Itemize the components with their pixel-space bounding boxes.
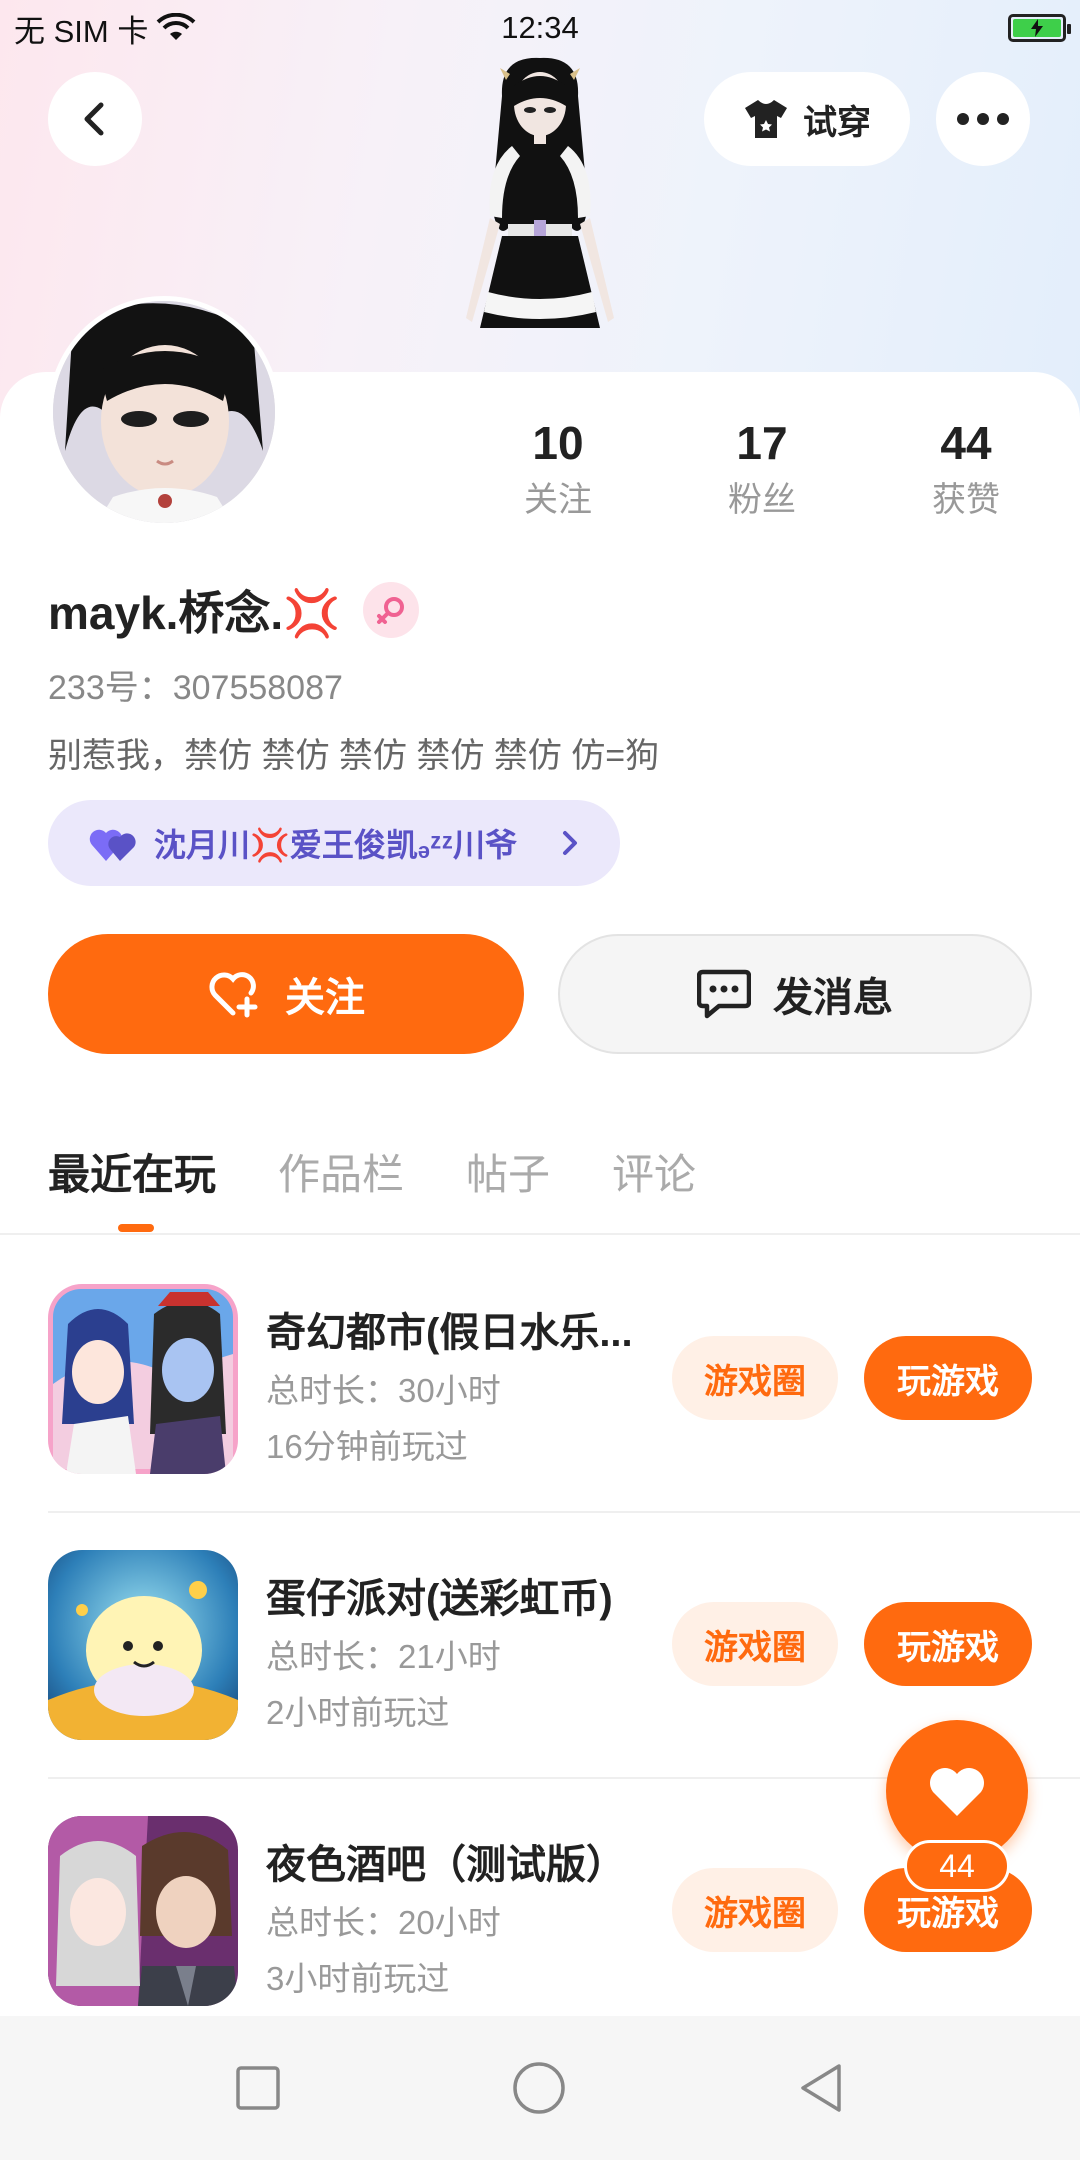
followers-count: 17 xyxy=(736,417,788,469)
tab-posts[interactable]: 帖子 xyxy=(466,1141,550,1202)
game-last-played: 16分钟前玩过 xyxy=(266,1428,468,1465)
game-name: 蛋仔派对(送彩虹币) xyxy=(266,1577,613,1621)
avatar-image xyxy=(53,301,275,523)
game-duration: 总时长：30小时 xyxy=(266,1372,501,1409)
game-list-item[interactable]: 蛋仔派对(送彩虹币) 总时长：21小时 2小时前玩过 游戏圈 玩游戏 xyxy=(48,1550,1032,1740)
game-icon-eggy-party[interactable] xyxy=(48,1550,238,1740)
user-bio: 别惹我，禁仿 禁仿 禁仿 禁仿 禁仿 仿=狗 xyxy=(48,737,660,775)
heart-icon xyxy=(930,1768,984,1816)
status-bar: 无 SIM 卡 12:34 xyxy=(0,0,1080,56)
tryon-button[interactable]: 试穿 xyxy=(704,72,910,166)
followers-stat[interactable]: 17 粉丝 xyxy=(682,412,842,526)
followers-label: 粉丝 xyxy=(728,481,796,519)
tabs-divider xyxy=(0,1233,1080,1235)
message-button[interactable]: 发消息 xyxy=(558,934,1032,1054)
chevron-left-icon xyxy=(84,102,104,136)
back-button[interactable] xyxy=(48,72,142,166)
game-circle-button[interactable]: 游戏圈 xyxy=(672,1336,838,1420)
likes-label: 获赞 xyxy=(932,481,1000,519)
game-duration: 总时长：20小时 xyxy=(266,1904,501,1941)
play-game-button[interactable]: 玩游戏 xyxy=(864,1336,1032,1420)
game-last-played: 2小时前玩过 xyxy=(266,1694,450,1731)
wifi-icon xyxy=(156,13,196,40)
likes-count: 44 xyxy=(940,417,992,469)
game-icon-fantasy-city[interactable] xyxy=(48,1284,238,1474)
game-icon-night-bar[interactable] xyxy=(48,1816,238,2006)
game-duration: 总时长：21小时 xyxy=(266,1638,501,1675)
tab-works[interactable]: 作品栏 xyxy=(278,1141,404,1202)
battery-icon xyxy=(1008,14,1071,42)
like-count-badge: 44 xyxy=(904,1840,1010,1892)
game-name: 夜色酒吧（测试版） xyxy=(266,1843,626,1887)
name-row: mayk.桥念.💢 xyxy=(48,578,419,642)
following-count: 10 xyxy=(532,417,584,469)
female-gender-icon xyxy=(362,582,419,638)
following-stat[interactable]: 10 关注 xyxy=(478,412,638,526)
game-last-played: 3小时前玩过 xyxy=(266,1960,450,1997)
game-circle-button[interactable]: 游戏圈 xyxy=(672,1602,838,1686)
home-icon[interactable] xyxy=(511,2060,567,2116)
game-list-item[interactable]: 夜色酒吧（测试版） 总时长：20小时 3小时前玩过 游戏圈 玩游戏 xyxy=(48,1816,1032,2006)
double-heart-icon xyxy=(89,829,136,861)
heart-plus-icon xyxy=(209,972,258,1018)
follow-label: 关注 xyxy=(285,976,365,1020)
more-dots-icon xyxy=(957,113,1009,125)
likes-stat[interactable]: 44 获赞 xyxy=(886,412,1046,526)
user-id: 233号：307558087 xyxy=(48,669,343,707)
list-divider xyxy=(48,1511,1080,1513)
profile-tabs: 最近在玩 作品栏 帖子 评论 xyxy=(48,1136,696,1206)
game-name: 奇幻都市(假日水乐... xyxy=(266,1311,633,1355)
message-label: 发消息 xyxy=(773,976,893,1020)
play-game-button[interactable]: 玩游戏 xyxy=(864,1602,1032,1686)
tab-comments[interactable]: 评论 xyxy=(612,1141,696,1202)
cp-text: 沈月川💢爱王俊凯ₔᶻᶻ川爷 xyxy=(154,827,518,863)
chevron-right-icon xyxy=(563,831,577,855)
user-name: mayk.桥念.💢 xyxy=(48,587,341,639)
tshirt-icon xyxy=(745,100,787,138)
chat-bubble-icon xyxy=(697,969,751,1019)
system-nav-bar xyxy=(0,2016,1080,2160)
back-nav-icon[interactable] xyxy=(797,2062,845,2114)
more-button[interactable] xyxy=(936,72,1030,166)
tab-recent-played[interactable]: 最近在玩 xyxy=(48,1141,216,1202)
game-circle-button[interactable]: 游戏圈 xyxy=(672,1868,838,1952)
tryon-label: 试穿 xyxy=(803,103,871,142)
battery-fill xyxy=(1013,19,1061,37)
follow-button[interactable]: 关注 xyxy=(48,934,524,1054)
tab-active-indicator xyxy=(118,1224,154,1232)
cp-relationship-pill[interactable]: 沈月川💢爱王俊凯ₔᶻᶻ川爷 xyxy=(48,800,620,886)
following-label: 关注 xyxy=(524,481,592,519)
recent-apps-icon[interactable] xyxy=(235,2065,281,2111)
profile-avatar[interactable] xyxy=(48,296,280,528)
status-left: 无 SIM 卡 xyxy=(14,6,196,51)
game-list-item[interactable]: 奇幻都市(假日水乐... 总时长：30小时 16分钟前玩过 游戏圈 玩游戏 xyxy=(48,1284,1032,1474)
avatar-3d-figure[interactable] xyxy=(430,56,650,372)
carrier-text: 无 SIM 卡 xyxy=(14,13,149,49)
